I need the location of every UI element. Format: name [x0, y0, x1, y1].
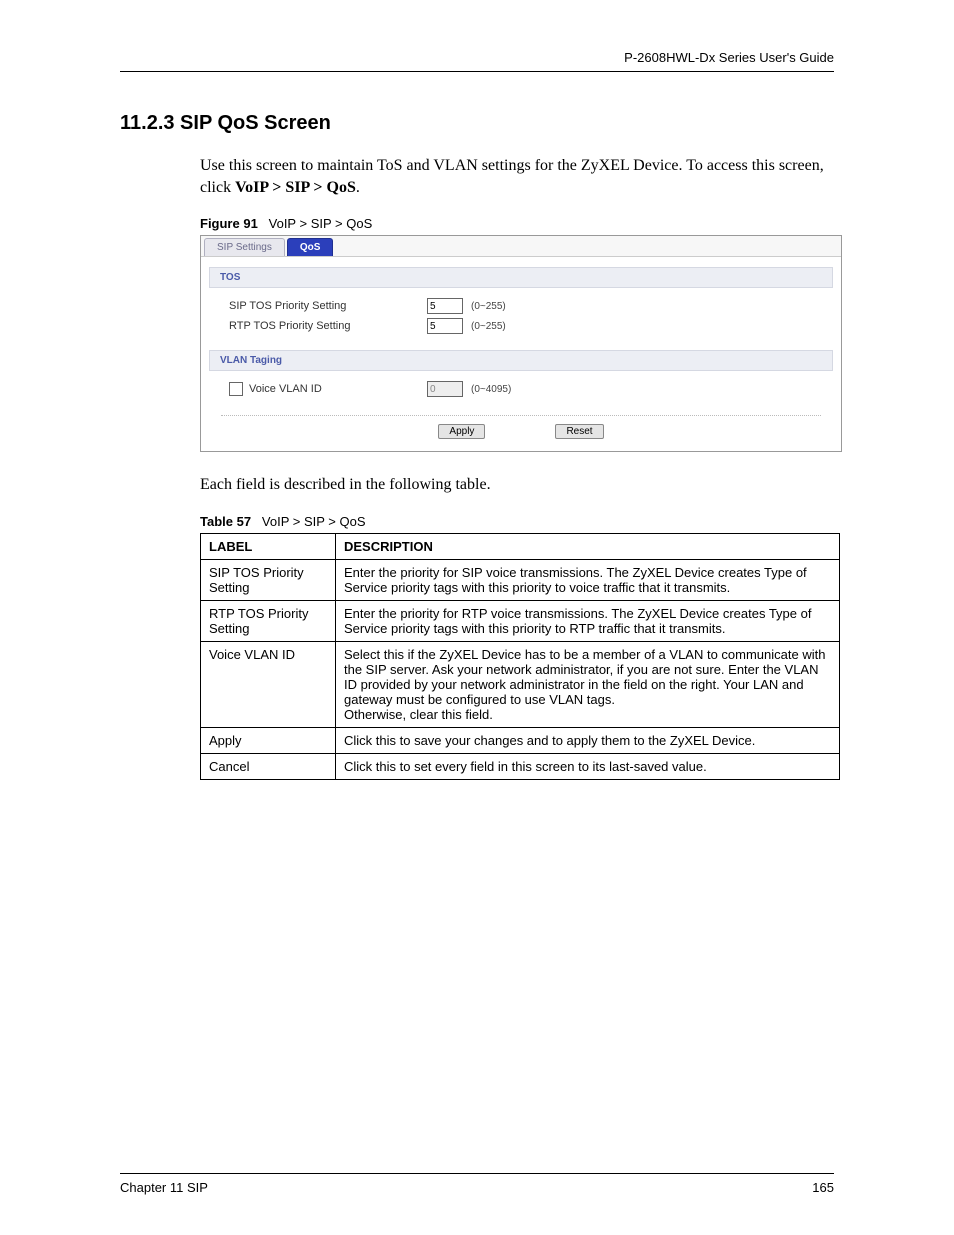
sip-tos-row: SIP TOS Priority Setting (0~255)	[229, 296, 829, 316]
tabs-row: SIP Settings QoS	[201, 236, 841, 257]
qos-screenshot: SIP Settings QoS TOS SIP TOS Priority Se…	[200, 235, 842, 452]
th-description: DESCRIPTION	[336, 533, 840, 559]
footer-right: 165	[812, 1180, 834, 1195]
reset-button[interactable]: Reset	[555, 424, 603, 439]
table-row: Apply Click this to save your changes an…	[201, 727, 840, 753]
footer-left: Chapter 11 SIP	[120, 1180, 208, 1195]
table-row: Cancel Click this to set every field in …	[201, 753, 840, 779]
description-table: LABEL DESCRIPTION SIP TOS Priority Setti…	[200, 533, 840, 780]
button-row: Apply Reset	[221, 415, 821, 441]
rtp-tos-row: RTP TOS Priority Setting (0~255)	[229, 316, 829, 336]
sip-tos-input[interactable]	[427, 298, 463, 314]
apply-button[interactable]: Apply	[438, 424, 485, 439]
section-heading: 11.2.3 SIP QoS Screen	[120, 112, 834, 135]
rtp-tos-input[interactable]	[427, 318, 463, 334]
cell-desc: Enter the priority for RTP voice transmi…	[336, 600, 840, 641]
figure-caption: Figure 91 VoIP > SIP > QoS	[120, 216, 834, 231]
page-footer: Chapter 11 SIP 165	[120, 1173, 834, 1195]
sip-tos-label: SIP TOS Priority Setting	[229, 300, 419, 312]
voice-vlan-label: Voice VLAN ID	[249, 383, 322, 395]
cell-label: RTP TOS Priority Setting	[201, 600, 336, 641]
voice-vlan-range: (0~4095)	[471, 384, 511, 395]
cell-label: Apply	[201, 727, 336, 753]
tab-sip-settings[interactable]: SIP Settings	[204, 238, 285, 256]
cell-desc: Click this to save your changes and to a…	[336, 727, 840, 753]
page-header: P-2608HWL-Dx Series User's Guide	[120, 50, 834, 72]
vlan-section-header: VLAN Taging	[209, 350, 833, 371]
sip-tos-range: (0~255)	[471, 301, 506, 312]
cell-desc: Enter the priority for SIP voice transmi…	[336, 559, 840, 600]
table-row: SIP TOS Priority Setting Enter the prior…	[201, 559, 840, 600]
tab-qos[interactable]: QoS	[287, 238, 334, 256]
rtp-tos-range: (0~255)	[471, 321, 506, 332]
table-row: RTP TOS Priority Setting Enter the prior…	[201, 600, 840, 641]
cell-label: SIP TOS Priority Setting	[201, 559, 336, 600]
cell-label: Cancel	[201, 753, 336, 779]
intro-text-post: .	[356, 179, 360, 196]
th-label: LABEL	[201, 533, 336, 559]
tos-section-header: TOS	[209, 267, 833, 288]
voice-vlan-input[interactable]	[427, 381, 463, 397]
voice-vlan-checkbox[interactable]	[229, 382, 243, 396]
cell-desc: Select this if the ZyXEL Device has to b…	[336, 641, 840, 727]
voice-vlan-row: Voice VLAN ID (0~4095)	[229, 379, 829, 399]
table-label: Table 57	[200, 514, 251, 529]
cell-desc: Click this to set every field in this sc…	[336, 753, 840, 779]
table-row: Voice VLAN ID Select this if the ZyXEL D…	[201, 641, 840, 727]
figure-label: Figure 91	[200, 216, 258, 231]
table-caption: Table 57 VoIP > SIP > QoS	[120, 514, 834, 529]
cell-label: Voice VLAN ID	[201, 641, 336, 727]
table-intro: Each field is described in the following…	[120, 474, 834, 496]
table-caption-text: VoIP > SIP > QoS	[262, 514, 366, 529]
rtp-tos-label: RTP TOS Priority Setting	[229, 320, 419, 332]
intro-paragraph: Use this screen to maintain ToS and VLAN…	[120, 155, 834, 198]
figure-caption-text: VoIP > SIP > QoS	[269, 216, 373, 231]
intro-text-bold: VoIP > SIP > QoS	[235, 179, 356, 196]
voice-vlan-label-wrap: Voice VLAN ID	[229, 382, 419, 396]
